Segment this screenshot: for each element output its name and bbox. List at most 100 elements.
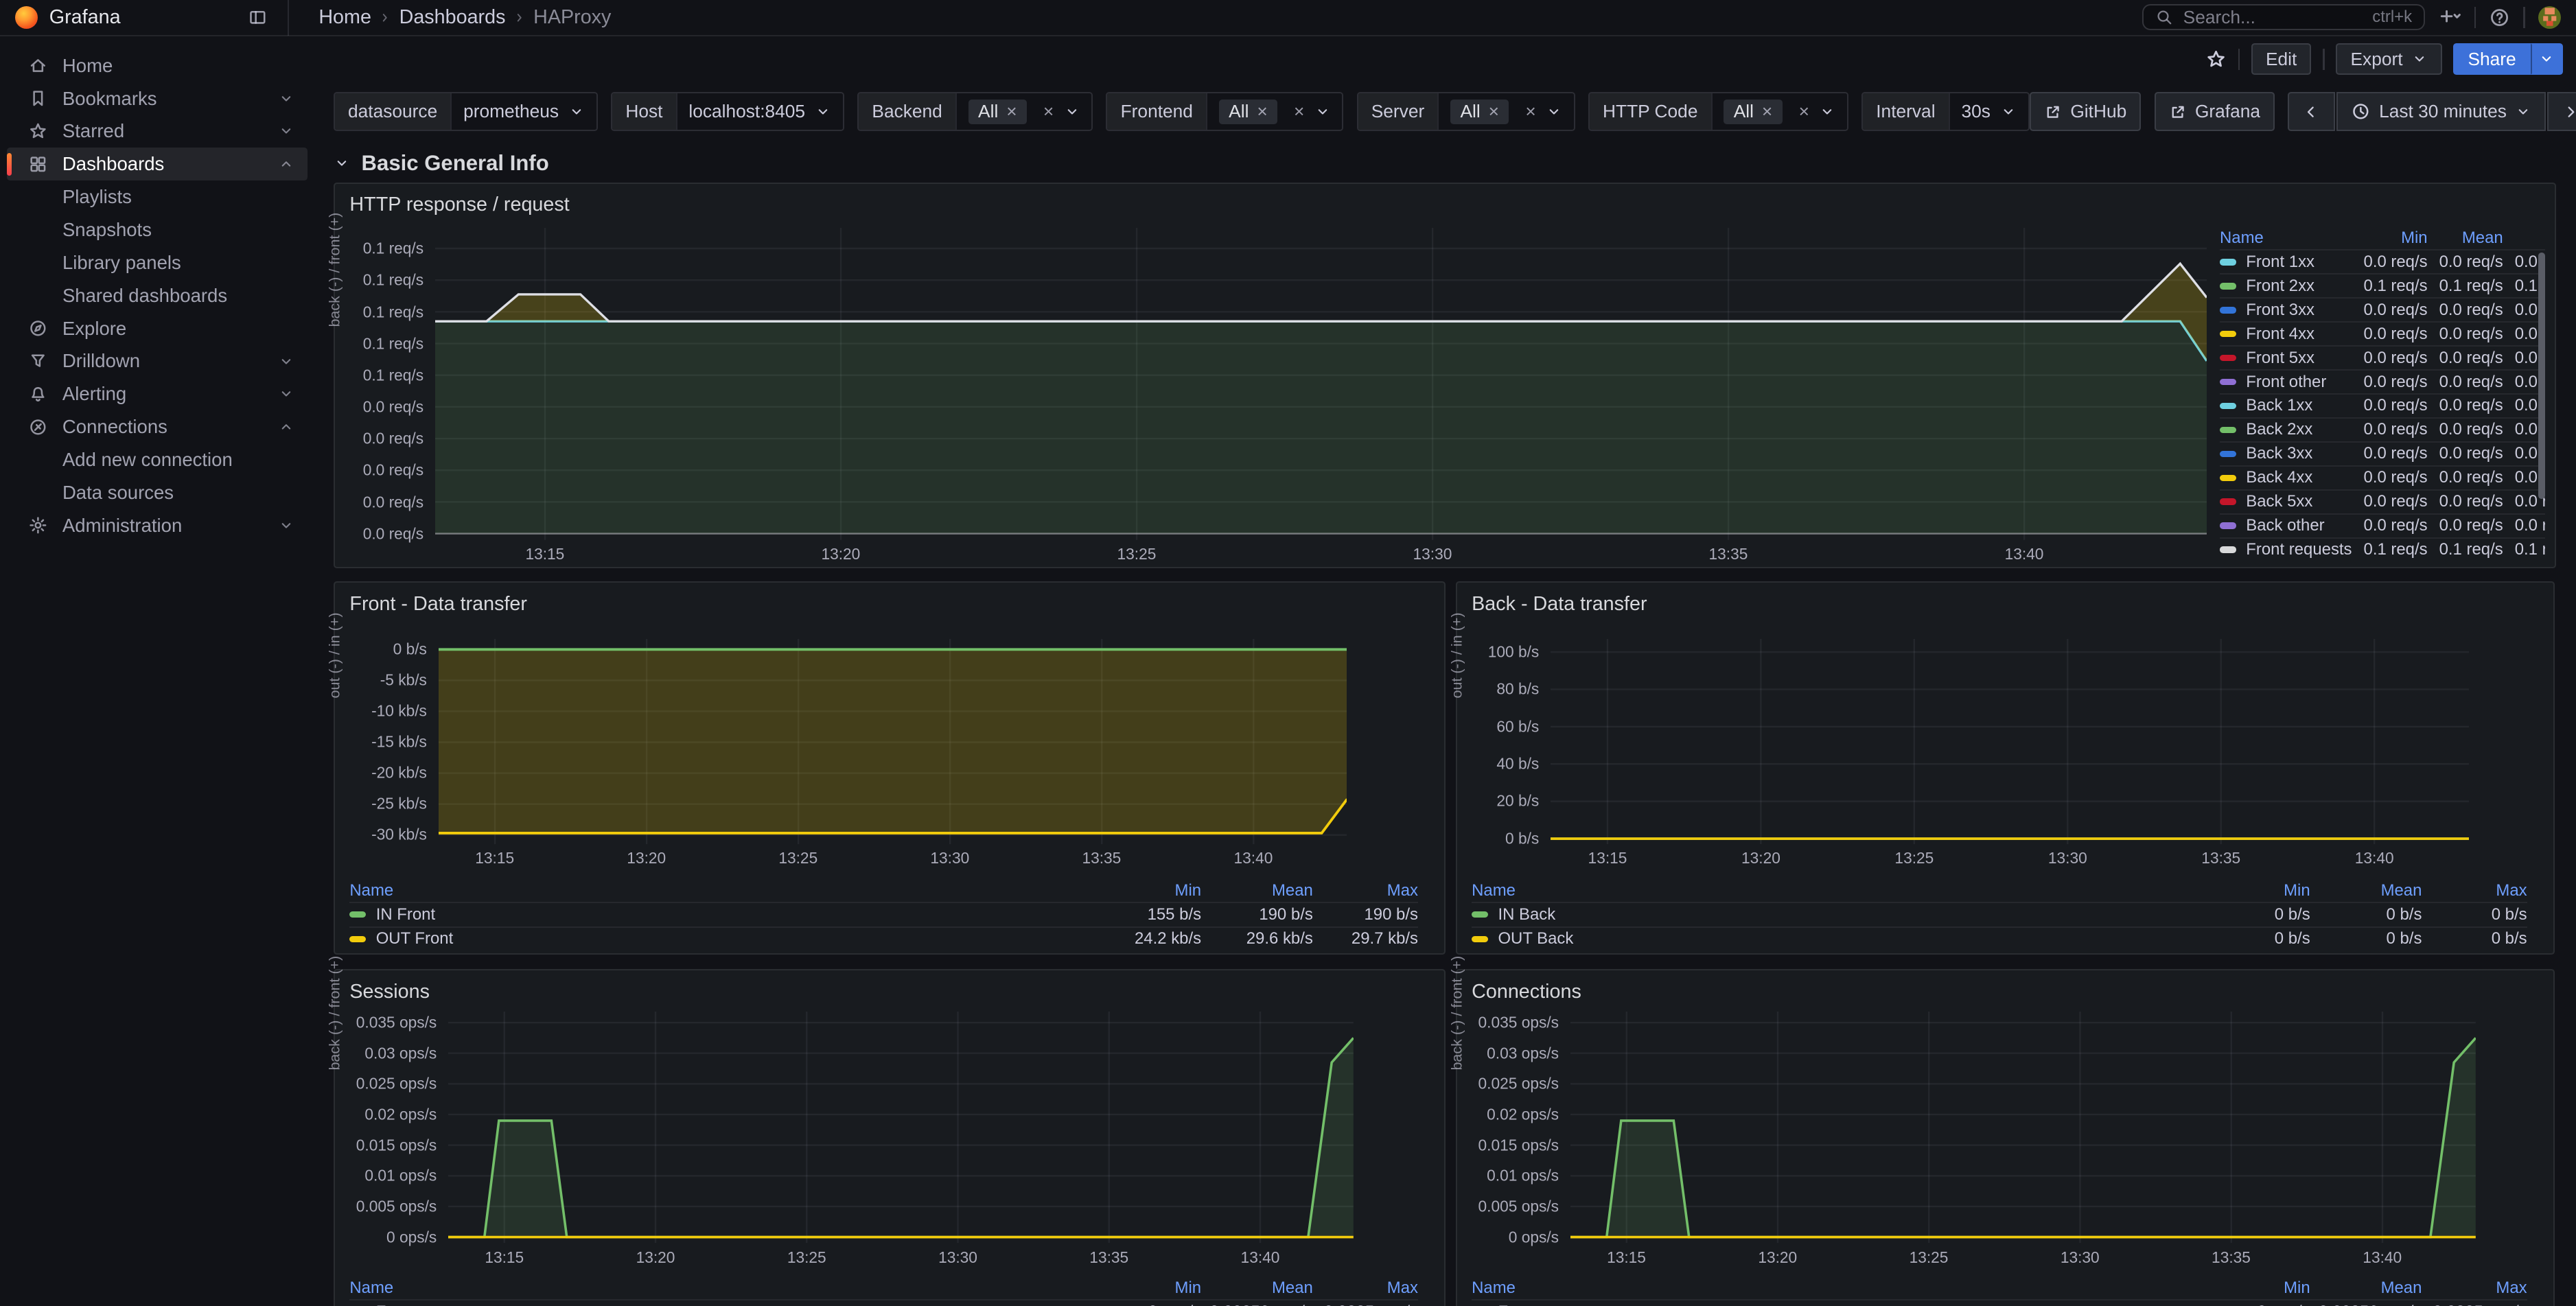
legend-header-name[interactable]: Name [349, 881, 1099, 902]
sidebar-toggle-icon[interactable] [248, 8, 268, 27]
share-menu-button[interactable] [2531, 43, 2563, 74]
sidebar-item-add-new-connection[interactable]: Add new connection [7, 443, 308, 476]
export-button[interactable]: Export [2336, 43, 2441, 74]
clear-all-icon[interactable]: × [1799, 101, 1809, 122]
breadcrumb-item[interactable]: HAProxy [533, 6, 611, 29]
legend-series-name[interactable]: Back 4xx [2220, 465, 2352, 489]
timeseries-chart[interactable]: back (-) / front (+)0.035 ops/s0.03 ops/… [341, 1012, 1353, 1243]
remove-value-icon[interactable]: × [1489, 101, 1499, 122]
time-shift-back-button[interactable] [2288, 92, 2335, 131]
help-icon[interactable] [2489, 7, 2510, 28]
timeseries-chart[interactable]: back (-) / front (+)0.035 ops/s0.03 ops/… [1463, 1012, 2475, 1243]
legend-header-mean[interactable]: Mean [2428, 226, 2503, 250]
sidebar-item-alerting[interactable]: Alerting [7, 377, 308, 410]
sidebar-item-administration[interactable]: Administration [7, 509, 308, 542]
remove-value-icon[interactable]: × [1006, 101, 1017, 122]
variable-value-chip[interactable]: All× [1219, 100, 1277, 124]
row-basic-general-info[interactable]: Basic General Info [334, 151, 549, 176]
legend-series-name[interactable]: OUT Back [1472, 926, 2208, 951]
star-dashboard-icon[interactable] [2205, 49, 2227, 70]
share-button[interactable]: Share [2453, 43, 2531, 74]
legend-series-name[interactable]: Front 2xx [2220, 273, 2352, 297]
legend-series-name[interactable]: Front 5xx [2220, 345, 2352, 369]
variable-value-chip[interactable]: All× [1450, 100, 1509, 124]
sidebar-item-starred[interactable]: Starred [7, 115, 308, 148]
legend-header-max[interactable]: Max [2503, 226, 2545, 250]
add-new-button[interactable] [2438, 6, 2461, 30]
timeseries-chart[interactable]: out (-) / in (+)100 b/s80 b/s60 b/s40 b/… [1463, 639, 2469, 844]
legend-series-name[interactable]: Front [1472, 1299, 2208, 1306]
legend-series-name[interactable]: Back other [2220, 513, 2352, 537]
timeseries-chart[interactable]: out (-) / in (+)0 b/s-5 kb/s-10 kb/s-15 … [341, 639, 1347, 844]
remove-value-icon[interactable]: × [1257, 101, 1267, 122]
panel-title[interactable]: Connections [1472, 981, 1581, 1003]
timeseries-chart[interactable]: back (-) / front (+)0.1 req/s0.1 req/s0.… [341, 228, 2206, 540]
legend-header-min[interactable]: Min [1100, 1278, 1201, 1299]
legend-header-min[interactable]: Min [2208, 881, 2310, 902]
github-link-button[interactable]: GitHub [2030, 92, 2141, 131]
legend-series-name[interactable]: IN Front [349, 902, 1099, 926]
panel-title[interactable]: HTTP response / request [349, 194, 569, 216]
sidebar-item-connections[interactable]: Connections [7, 410, 308, 443]
variable-picker[interactable]: prometheus [450, 93, 596, 130]
legend-series-name[interactable]: Back 2xx [2220, 417, 2352, 441]
legend-series-name[interactable]: Front requests [2220, 537, 2352, 559]
legend-series-name[interactable]: Back 1xx [2220, 393, 2352, 417]
breadcrumb-item[interactable]: Dashboards [399, 6, 506, 29]
sidebar-item-bookmarks[interactable]: Bookmarks [7, 82, 308, 115]
variable-picker[interactable]: localhost:8405 [676, 93, 843, 130]
clear-all-icon[interactable]: × [1294, 101, 1304, 122]
legend-scrollbar[interactable] [2538, 253, 2545, 499]
edit-button[interactable]: Edit [2251, 43, 2312, 74]
sidebar-item-playlists[interactable]: Playlists [7, 180, 308, 213]
sidebar-item-shared-dashboards[interactable]: Shared dashboards [7, 279, 308, 312]
variable-picker[interactable]: 30s [1949, 93, 2028, 130]
sidebar-item-drilldown[interactable]: Drilldown [7, 345, 308, 378]
sidebar-item-dashboards[interactable]: Dashboards [7, 148, 308, 180]
legend-header-max[interactable]: Max [2422, 1278, 2527, 1299]
variable-picker[interactable]: All× × [955, 93, 1091, 130]
panel-title[interactable]: Sessions [349, 981, 430, 1003]
sidebar-item-library-panels[interactable]: Library panels [7, 246, 308, 279]
legend-series-name[interactable]: Front [349, 1299, 1099, 1306]
legend-series-name[interactable]: OUT Front [349, 926, 1099, 951]
legend-header-name[interactable]: Name [1472, 1278, 2208, 1299]
legend-header-min[interactable]: Min [1100, 881, 1201, 902]
legend-header-name[interactable]: Name [2220, 226, 2352, 250]
legend-series-name[interactable]: IN Back [1472, 902, 2208, 926]
grafana-link-button[interactable]: Grafana [2155, 92, 2275, 131]
time-shift-forward-button[interactable] [2547, 92, 2576, 131]
legend-header-name[interactable]: Name [349, 1278, 1099, 1299]
legend-series-name[interactable]: Front 4xx [2220, 321, 2352, 345]
clear-all-icon[interactable]: × [1525, 101, 1535, 122]
avatar[interactable] [2538, 6, 2562, 30]
variable-value-chip[interactable]: All× [968, 100, 1027, 124]
sidebar-item-snapshots[interactable]: Snapshots [7, 213, 308, 246]
sidebar-item-data-sources[interactable]: Data sources [7, 476, 308, 509]
legend-header-mean[interactable]: Mean [2310, 1278, 2422, 1299]
legend-series-name[interactable]: Front 1xx [2220, 249, 2352, 273]
legend-header-min[interactable]: Min [2352, 226, 2428, 250]
legend-header-max[interactable]: Max [2422, 881, 2527, 902]
legend-header-mean[interactable]: Mean [2310, 881, 2422, 902]
legend-series-name[interactable]: Back 5xx [2220, 489, 2352, 513]
time-range-picker[interactable]: Last 30 minutes [2336, 92, 2546, 131]
remove-value-icon[interactable]: × [1762, 101, 1772, 122]
sidebar-item-home[interactable]: Home [7, 49, 308, 82]
breadcrumb-item[interactable]: Home [318, 6, 371, 29]
legend-header-name[interactable]: Name [1472, 881, 2208, 902]
panel-title[interactable]: Back - Data transfer [1472, 593, 1647, 616]
variable-picker[interactable]: All× × [1711, 93, 1847, 130]
legend-series-name[interactable]: Front other [2220, 369, 2352, 393]
legend-header-max[interactable]: Max [1313, 881, 1418, 902]
legend-header-min[interactable]: Min [2208, 1278, 2310, 1299]
legend-series-name[interactable]: Front 3xx [2220, 297, 2352, 321]
legend-header-max[interactable]: Max [1313, 1278, 1418, 1299]
variable-picker[interactable]: All× × [1206, 93, 1342, 130]
sidebar-item-explore[interactable]: Explore [7, 312, 308, 345]
legend-header-mean[interactable]: Mean [1201, 881, 1313, 902]
variable-value-chip[interactable]: All× [1724, 100, 1782, 124]
panel-title[interactable]: Front - Data transfer [349, 593, 527, 616]
variable-picker[interactable]: All× × [1437, 93, 1573, 130]
legend-header-mean[interactable]: Mean [1201, 1278, 1313, 1299]
